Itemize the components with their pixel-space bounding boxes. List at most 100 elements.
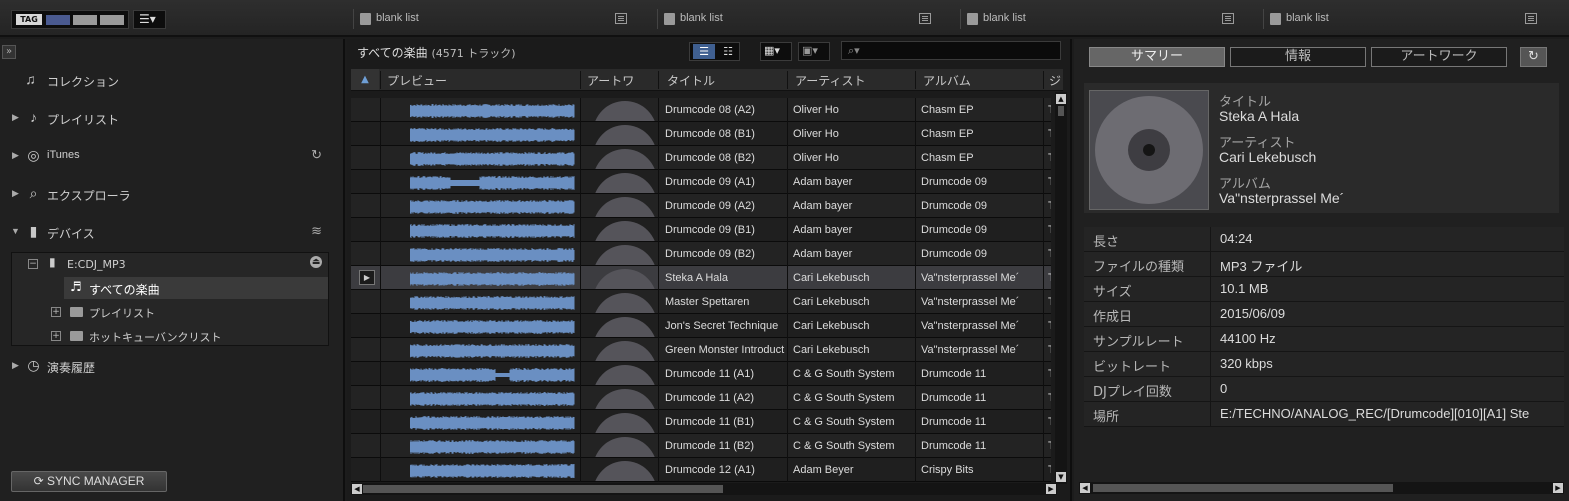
waveform-preview[interactable] bbox=[410, 176, 577, 190]
play-icon[interactable]: ▶ bbox=[359, 270, 375, 285]
tab-summary[interactable]: サマリー bbox=[1089, 47, 1225, 67]
column-header-album[interactable]: アルバム bbox=[923, 72, 971, 89]
table-row[interactable]: Jon's Secret Technique Cari Lekebusch Va"n… bbox=[351, 314, 1051, 338]
sidebar-item-history[interactable]: ▶ ◷ 演奏履歴 bbox=[0, 355, 340, 377]
waveform-preview[interactable] bbox=[410, 392, 577, 406]
table-row[interactable]: Drumcode 09 (B2) Adam bayer Drumcode 09 T bbox=[351, 242, 1051, 266]
menu-icon[interactable] bbox=[1525, 13, 1537, 24]
tag-color-swatch[interactable] bbox=[100, 15, 124, 25]
table-row[interactable]: Drumcode 08 (B2) Oliver Ho Chasm EP T bbox=[351, 146, 1051, 170]
scroll-right-icon[interactable]: ▶ bbox=[1046, 484, 1056, 494]
tab-artwork[interactable]: アートワーク bbox=[1371, 47, 1507, 67]
table-row[interactable]: Drumcode 08 (A2) Oliver Ho Chasm EP T bbox=[351, 98, 1051, 122]
waveform-preview[interactable] bbox=[410, 248, 577, 262]
table-row[interactable]: ▶ Steka A Hala Cari Lekebusch Va"nsterprass… bbox=[351, 266, 1051, 290]
blank-list-slot-2[interactable]: blank list bbox=[657, 9, 947, 29]
waveform-preview[interactable] bbox=[410, 104, 577, 118]
list-view-icon[interactable]: ☰ bbox=[693, 44, 715, 59]
table-row[interactable]: Drumcode 12 (A1) Adam Beyer Crispy Bits T bbox=[351, 458, 1051, 482]
waveform-preview[interactable] bbox=[410, 272, 577, 286]
table-row[interactable]: Drumcode 08 (B1) Oliver Ho Chasm EP T bbox=[351, 122, 1051, 146]
device-root-item[interactable]: − ▮ E:CDJ_MP3 ⏏ bbox=[26, 253, 326, 275]
detail-list-icon[interactable]: ☷ bbox=[718, 44, 738, 59]
scroll-thumb[interactable] bbox=[363, 485, 723, 493]
collapse-icon[interactable]: − bbox=[28, 259, 38, 269]
scroll-down-icon[interactable]: ▼ bbox=[1056, 472, 1066, 482]
waveform-preview[interactable] bbox=[410, 464, 577, 478]
column-divider bbox=[915, 434, 916, 458]
scroll-thumb[interactable] bbox=[1093, 484, 1393, 492]
table-row[interactable]: Green Monster Introducti Cari Lekebusch Va… bbox=[351, 338, 1051, 362]
waveform-preview[interactable] bbox=[410, 368, 577, 382]
expand-arrow-icon[interactable]: ▶ bbox=[12, 360, 19, 371]
menu-icon[interactable] bbox=[615, 13, 627, 24]
scroll-left-icon[interactable]: ◀ bbox=[1080, 483, 1090, 493]
table-row[interactable]: Drumcode 09 (A1) Adam bayer Drumcode 09 T bbox=[351, 170, 1051, 194]
expand-icon[interactable]: + bbox=[51, 331, 61, 341]
tag-color-swatch[interactable] bbox=[46, 15, 70, 25]
waveform-preview[interactable] bbox=[410, 200, 577, 214]
column-layout-button[interactable]: ▦▾ bbox=[760, 42, 792, 61]
collapse-sidebar-button[interactable]: » bbox=[2, 45, 16, 59]
refresh-icon[interactable]: ↻ bbox=[311, 147, 322, 163]
list-menu-button[interactable]: ☰▾ bbox=[133, 10, 166, 29]
table-row[interactable]: Drumcode 09 (B1) Adam bayer Drumcode 09 T bbox=[351, 218, 1051, 242]
device-all-tracks-item[interactable]: ♬ すべての楽曲 bbox=[64, 277, 328, 299]
tag-filter-button[interactable]: TAG bbox=[11, 10, 129, 29]
blank-list-slot-3[interactable]: blank list bbox=[960, 9, 1250, 29]
expand-icon[interactable]: + bbox=[51, 307, 61, 317]
horizontal-scrollbar[interactable]: ◀ ▶ bbox=[1079, 482, 1564, 494]
waveform-preview[interactable] bbox=[410, 344, 577, 358]
waveform-preview[interactable] bbox=[410, 416, 577, 430]
expand-arrow-icon[interactable]: ▶ bbox=[12, 188, 19, 199]
eject-icon[interactable]: ⏏ bbox=[310, 256, 322, 268]
sync-manager-button[interactable]: ⟳ SYNC MANAGER bbox=[11, 471, 167, 492]
scroll-thumb[interactable] bbox=[1058, 106, 1064, 116]
device-hotcue-item[interactable]: + ホットキューバンクリスト bbox=[49, 325, 313, 347]
scroll-up-icon[interactable]: ▲ bbox=[1056, 94, 1066, 104]
search-icon[interactable]: ⌕▾ bbox=[848, 44, 860, 57]
sidebar-item-explorer[interactable]: ▶ ⌕ エクスプローラ bbox=[0, 183, 340, 205]
column-header-genre[interactable]: ジ bbox=[1049, 72, 1061, 89]
waveform-preview[interactable] bbox=[410, 440, 577, 454]
sidebar-item-collection[interactable]: ♫ コレクション bbox=[0, 69, 340, 91]
wireless-link-icon[interactable]: ≋ bbox=[311, 223, 322, 239]
waveform-preview[interactable] bbox=[410, 152, 577, 166]
table-row[interactable]: Master Spettaren Cari Lekebusch Va"nsterpr… bbox=[351, 290, 1051, 314]
blank-list-slot-1[interactable]: blank list bbox=[353, 9, 643, 29]
expand-arrow-icon[interactable]: ▶ bbox=[12, 150, 19, 161]
waveform-preview[interactable] bbox=[410, 320, 577, 334]
tag-color-swatch[interactable] bbox=[73, 15, 97, 25]
scroll-left-icon[interactable]: ◀ bbox=[352, 484, 362, 494]
search-input[interactable]: ⌕▾ bbox=[841, 41, 1061, 60]
sidebar-item-devices[interactable]: ▼ ▮ デバイス ≋ bbox=[0, 221, 340, 243]
waveform-preview[interactable] bbox=[410, 128, 577, 142]
column-header-preview[interactable]: プレビュー bbox=[387, 72, 447, 89]
waveform-preview[interactable] bbox=[410, 296, 577, 310]
view-mode-toggle[interactable]: ☰ ☷ bbox=[689, 42, 740, 61]
tab-info[interactable]: 情報 bbox=[1230, 47, 1366, 67]
column-header-title[interactable]: タイトル bbox=[667, 72, 715, 89]
column-header-artwork[interactable]: アートワ bbox=[587, 72, 634, 89]
blank-list-slot-4[interactable]: blank list bbox=[1263, 9, 1553, 29]
horizontal-scrollbar[interactable]: ◀ ▶ bbox=[351, 483, 1057, 495]
device-playlist-item[interactable]: + プレイリスト bbox=[49, 301, 313, 323]
artwork-view-button[interactable]: ▣▾ bbox=[798, 42, 830, 61]
table-row[interactable]: Drumcode 11 (B2) C & G South System Drumco… bbox=[351, 434, 1051, 458]
sidebar-item-playlist[interactable]: ▶ ♪ プレイリスト bbox=[0, 107, 340, 129]
vertical-scrollbar[interactable]: ▲ ▼ bbox=[1055, 92, 1067, 484]
collapse-arrow-icon[interactable]: ▼ bbox=[11, 226, 20, 236]
waveform-preview[interactable] bbox=[410, 224, 577, 238]
table-row[interactable]: Drumcode 11 (A1) C & G South System Drumco… bbox=[351, 362, 1051, 386]
table-row[interactable]: Drumcode 11 (B1) C & G South System Drumco… bbox=[351, 410, 1051, 434]
scroll-right-icon[interactable]: ▶ bbox=[1553, 483, 1563, 493]
menu-icon[interactable] bbox=[919, 13, 931, 24]
table-row[interactable]: Drumcode 09 (A2) Adam bayer Drumcode 09 T bbox=[351, 194, 1051, 218]
column-header-artist[interactable]: アーティスト bbox=[795, 72, 866, 89]
sort-ascending-icon[interactable]: ▲ bbox=[351, 69, 379, 90]
sidebar-item-itunes[interactable]: ▶ ◎ iTunes ↻ bbox=[0, 145, 340, 167]
expand-arrow-icon[interactable]: ▶ bbox=[12, 112, 19, 123]
table-row[interactable]: Drumcode 11 (A2) C & G South System Drumco… bbox=[351, 386, 1051, 410]
refresh-button[interactable]: ↻ bbox=[1520, 47, 1547, 67]
menu-icon[interactable] bbox=[1222, 13, 1234, 24]
